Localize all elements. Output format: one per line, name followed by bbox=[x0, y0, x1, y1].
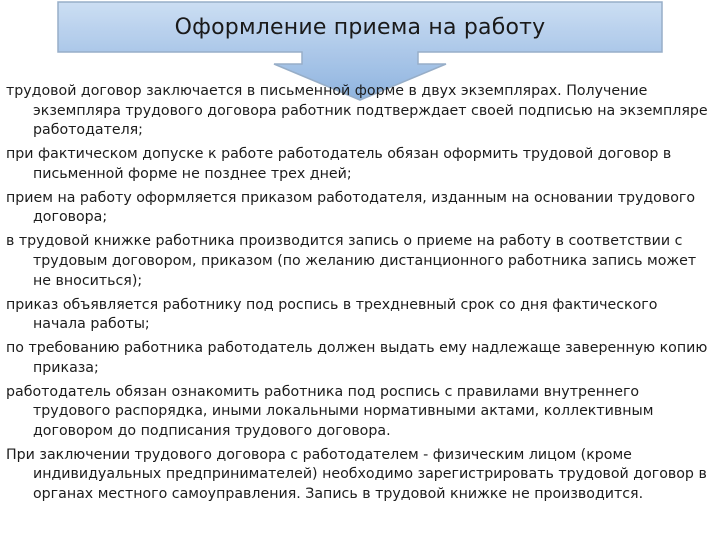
list-item: при фактическом допуске к работе работод… bbox=[6, 146, 672, 182]
list-item: При заключении трудового договора с рабо… bbox=[6, 446, 707, 503]
list-item: трудовой договор заключается в письменно… bbox=[6, 83, 708, 139]
content-list: трудовой договор заключается в письменно… bbox=[6, 82, 714, 509]
list-item: в трудовой книжке работника производится… bbox=[6, 233, 697, 289]
list-item: приказ объявляется работнику под роспись… bbox=[6, 296, 658, 333]
list-item: прием на работу оформляется приказом раб… bbox=[6, 189, 696, 226]
list-item: по требованию работника работодатель дол… bbox=[6, 340, 708, 376]
list-item: работодатель обязан ознакомить работника… bbox=[6, 383, 654, 439]
slide-title: Оформление приема на работу bbox=[174, 14, 546, 40]
